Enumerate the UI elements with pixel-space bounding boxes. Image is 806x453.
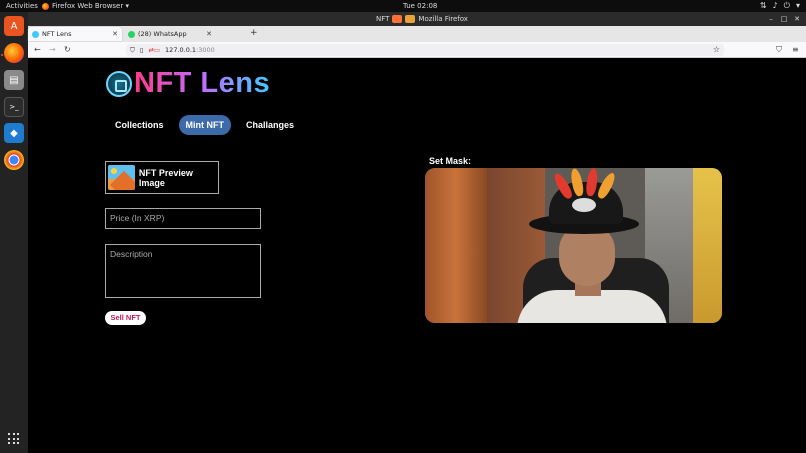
nft-lens-favicon-icon: [32, 30, 39, 38]
price-placeholder: Price (In XRP): [110, 213, 165, 223]
chrome-icon[interactable]: [4, 150, 24, 170]
image-icon: [108, 165, 135, 190]
price-input[interactable]: Price (In XRP): [105, 208, 261, 229]
close-icon[interactable]: ✕: [112, 30, 118, 38]
close-icon[interactable]: ✕: [206, 30, 212, 38]
firefox-icon: [42, 2, 49, 10]
whatsapp-favicon-icon: [128, 30, 135, 38]
ubuntu-software-icon[interactable]: A: [4, 16, 24, 36]
url-bar[interactable]: ⛉ ▯ ⇄▭ 127.0.0.1:3000 ☆: [126, 44, 724, 56]
nav-mint-nft[interactable]: Mint NFT: [178, 115, 232, 135]
preview-label: NFT Preview Image: [138, 167, 193, 188]
files-icon[interactable]: ▤: [4, 70, 24, 90]
maximize-button[interactable]: □: [779, 14, 789, 24]
webcam-preview[interactable]: [425, 168, 722, 323]
tab-label: (28) WhatsApp: [138, 30, 187, 38]
minimize-button[interactable]: –: [766, 14, 776, 24]
dock: A ▤ >_ ◆: [0, 12, 28, 453]
reload-icon[interactable]: ↻: [64, 45, 71, 54]
logo-text: NFT Lens: [134, 67, 271, 99]
system-top-bar: Activities Firefox Web Browser ▾ Tue 02:…: [0, 0, 806, 12]
extension-icon: [405, 15, 416, 23]
window-title-prefix: NFT: [376, 15, 390, 23]
menu-icon[interactable]: ≡: [792, 45, 799, 54]
network-icon[interactable]: ⇅: [760, 1, 767, 11]
pocket-icon[interactable]: ⛉: [776, 45, 782, 55]
new-tab-button[interactable]: +: [250, 28, 258, 38]
page-content: NFT Lens Collections Mint NFT Challanges…: [28, 59, 806, 453]
volume-icon[interactable]: ♪: [773, 1, 778, 11]
navigation-toolbar: ← → ↻ ⛉ ▯ ⇄▭ 127.0.0.1:3000 ☆ ⛉ ≡: [28, 42, 806, 58]
chevron-down-icon[interactable]: ▾: [796, 1, 800, 11]
vscode-icon[interactable]: ◆: [4, 123, 24, 143]
firefox-icon: [392, 15, 403, 23]
nft-preview-upload[interactable]: NFT Preview Image: [105, 161, 219, 194]
permissions-icon[interactable]: ⇄▭: [148, 46, 160, 54]
description-placeholder: Description: [110, 249, 153, 259]
close-button[interactable]: ✕: [792, 14, 802, 24]
window-title-suffix: Mozilla Firefox: [418, 15, 468, 23]
activities-button[interactable]: Activities: [6, 2, 38, 10]
url-text[interactable]: 127.0.0.1:3000: [165, 46, 215, 54]
window-title: NFT Mozilla Firefox: [376, 15, 468, 23]
back-icon[interactable]: ←: [34, 45, 41, 54]
page-icon: ▯: [139, 46, 144, 54]
forward-icon[interactable]: →: [49, 45, 56, 54]
description-input[interactable]: Description: [105, 244, 261, 298]
logo-icon: [106, 70, 132, 97]
nav-challanges[interactable]: Challanges: [239, 115, 301, 135]
tab-label: NFT Lens: [42, 30, 72, 38]
app-menu[interactable]: Firefox Web Browser ▾: [42, 2, 129, 10]
bookmark-star-icon[interactable]: ☆: [713, 45, 720, 54]
tab-nft-lens[interactable]: NFT Lens ✕: [28, 27, 122, 41]
power-icon[interactable]: ⏻: [784, 1, 790, 11]
nft-lens-logo[interactable]: NFT Lens: [106, 67, 270, 100]
tab-strip: NFT Lens ✕ (28) WhatsApp ✕ +: [28, 26, 806, 42]
main-nav: Collections Mint NFT Challanges: [108, 115, 301, 135]
window-title-bar: NFT Mozilla Firefox – □ ✕: [28, 12, 806, 26]
clock[interactable]: Tue 02:08: [403, 2, 437, 10]
shield-icon[interactable]: ⛉: [130, 46, 135, 55]
sell-nft-button[interactable]: Sell NFT: [105, 311, 146, 325]
system-tray[interactable]: ⇅ ♪ ⏻ ▾: [760, 1, 800, 11]
terminal-icon[interactable]: >_: [4, 97, 24, 117]
app-menu-label: Firefox Web Browser ▾: [52, 2, 129, 10]
grid-icon[interactable]: [8, 433, 20, 445]
tab-whatsapp[interactable]: (28) WhatsApp ✕: [124, 27, 216, 41]
firefox-icon[interactable]: [4, 43, 24, 63]
set-mask-label: Set Mask:: [429, 156, 472, 166]
nav-collections[interactable]: Collections: [108, 115, 171, 135]
